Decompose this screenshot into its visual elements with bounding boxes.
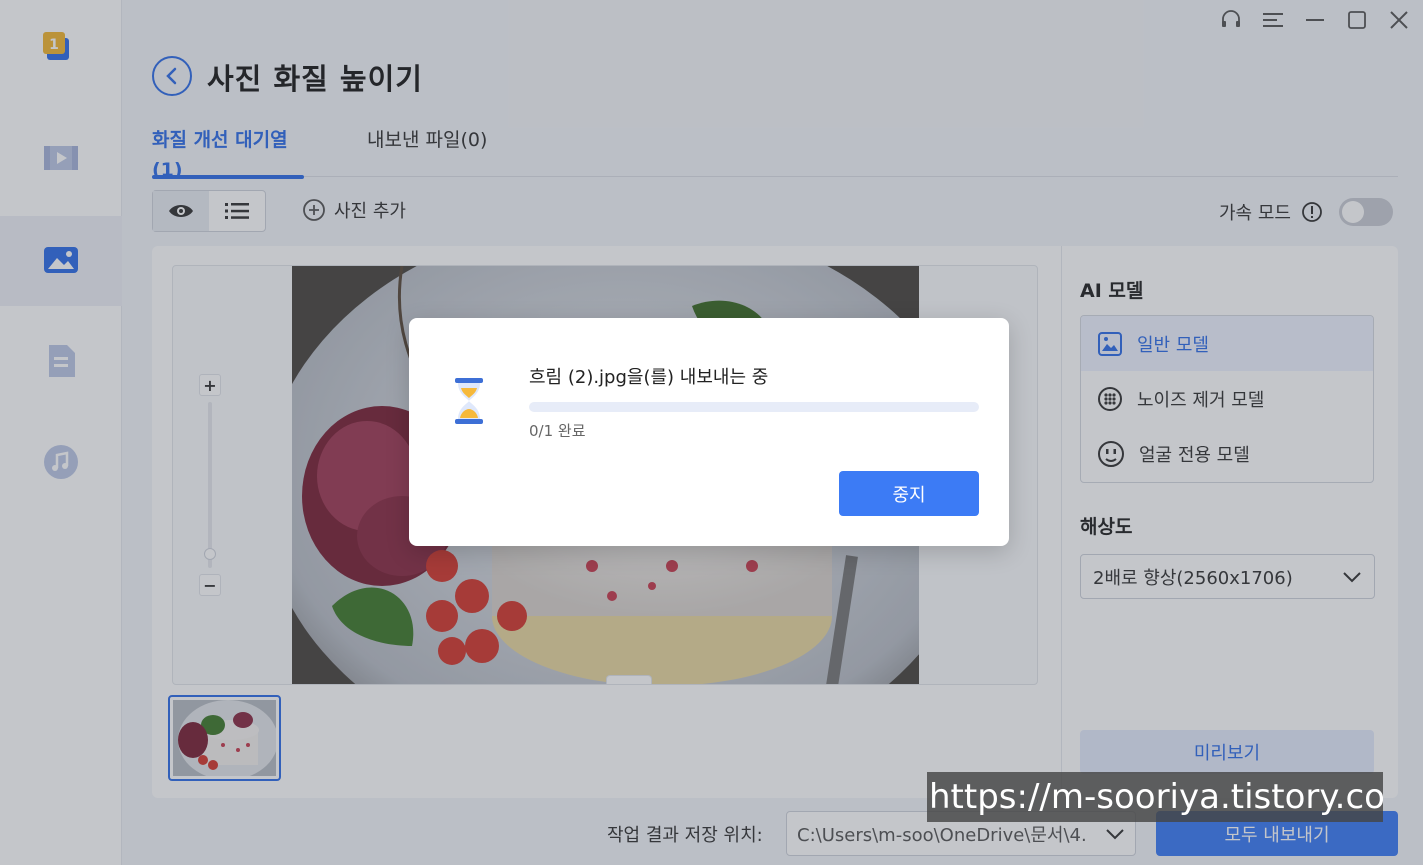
stop-button[interactable]: 중지	[839, 471, 979, 516]
watermark-banner: https://m-sooriya.tistory.com	[927, 772, 1383, 822]
hourglass-icon	[455, 378, 483, 424]
export-status-text: 0/1 완료	[529, 422, 586, 440]
export-progress-bar	[529, 402, 979, 412]
export-dialog-title: 흐림 (2).jpg을(를) 내보내는 중	[529, 367, 769, 388]
export-progress-dialog: 흐림 (2).jpg을(를) 내보내는 중 0/1 완료 중지	[409, 318, 1009, 546]
